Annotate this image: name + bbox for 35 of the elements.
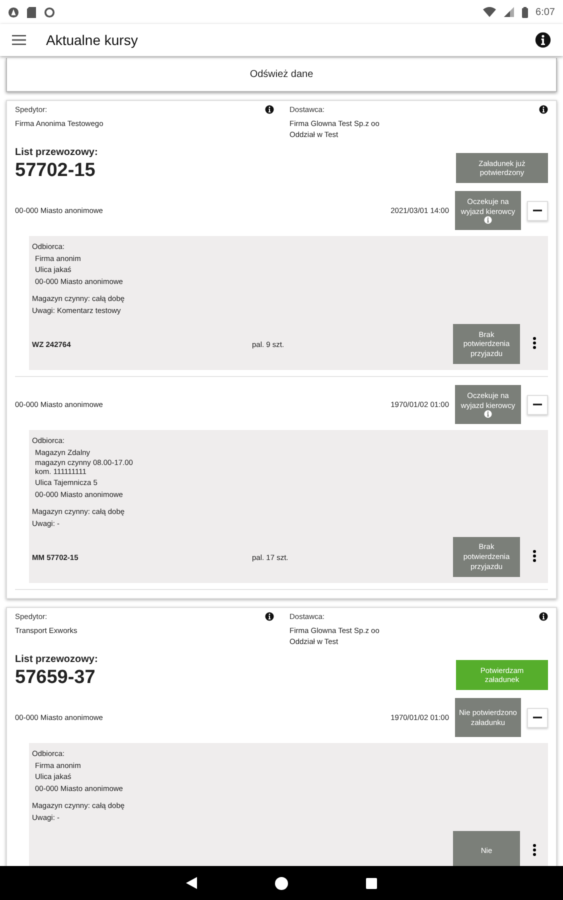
screen-title: Aktualne kursy (46, 32, 139, 48)
info-icon (539, 612, 548, 621)
back-button[interactable] (186, 877, 197, 889)
menu-button[interactable] (12, 35, 26, 45)
waybill-number: 57702-15 (15, 160, 96, 182)
info-icon (484, 410, 492, 418)
recents-icon (366, 878, 377, 888)
collapse-button[interactable] (527, 708, 548, 728)
battery-icon (522, 6, 528, 18)
waybill-number: 57659-37 (15, 667, 96, 689)
back-icon (186, 877, 197, 889)
waybill-label: List przewozowy: (15, 147, 98, 158)
info-icon (264, 612, 274, 621)
info-icon (539, 105, 548, 114)
waybill-label: List przewozowy: (15, 654, 98, 665)
more-icon (532, 550, 536, 562)
sync-icon (44, 6, 55, 18)
recents-button[interactable] (366, 878, 377, 888)
info-button[interactable] (535, 32, 551, 48)
clock: 6:07 (536, 6, 555, 18)
collapse-button[interactable] (527, 394, 548, 415)
home-button[interactable] (275, 876, 288, 890)
notification-icon (8, 6, 19, 18)
menu-icon (12, 35, 26, 45)
info-icon (264, 105, 274, 114)
wifi-icon (482, 7, 496, 17)
sd-card-icon (27, 6, 36, 18)
home-icon (275, 876, 288, 890)
more-icon (532, 844, 536, 856)
signal-icon (504, 7, 514, 17)
refresh-button[interactable]: Odśwież dane (6, 58, 557, 92)
more-icon (532, 337, 536, 350)
collapse-button[interactable] (527, 200, 548, 220)
info-icon (535, 32, 551, 48)
info-icon (484, 216, 492, 224)
